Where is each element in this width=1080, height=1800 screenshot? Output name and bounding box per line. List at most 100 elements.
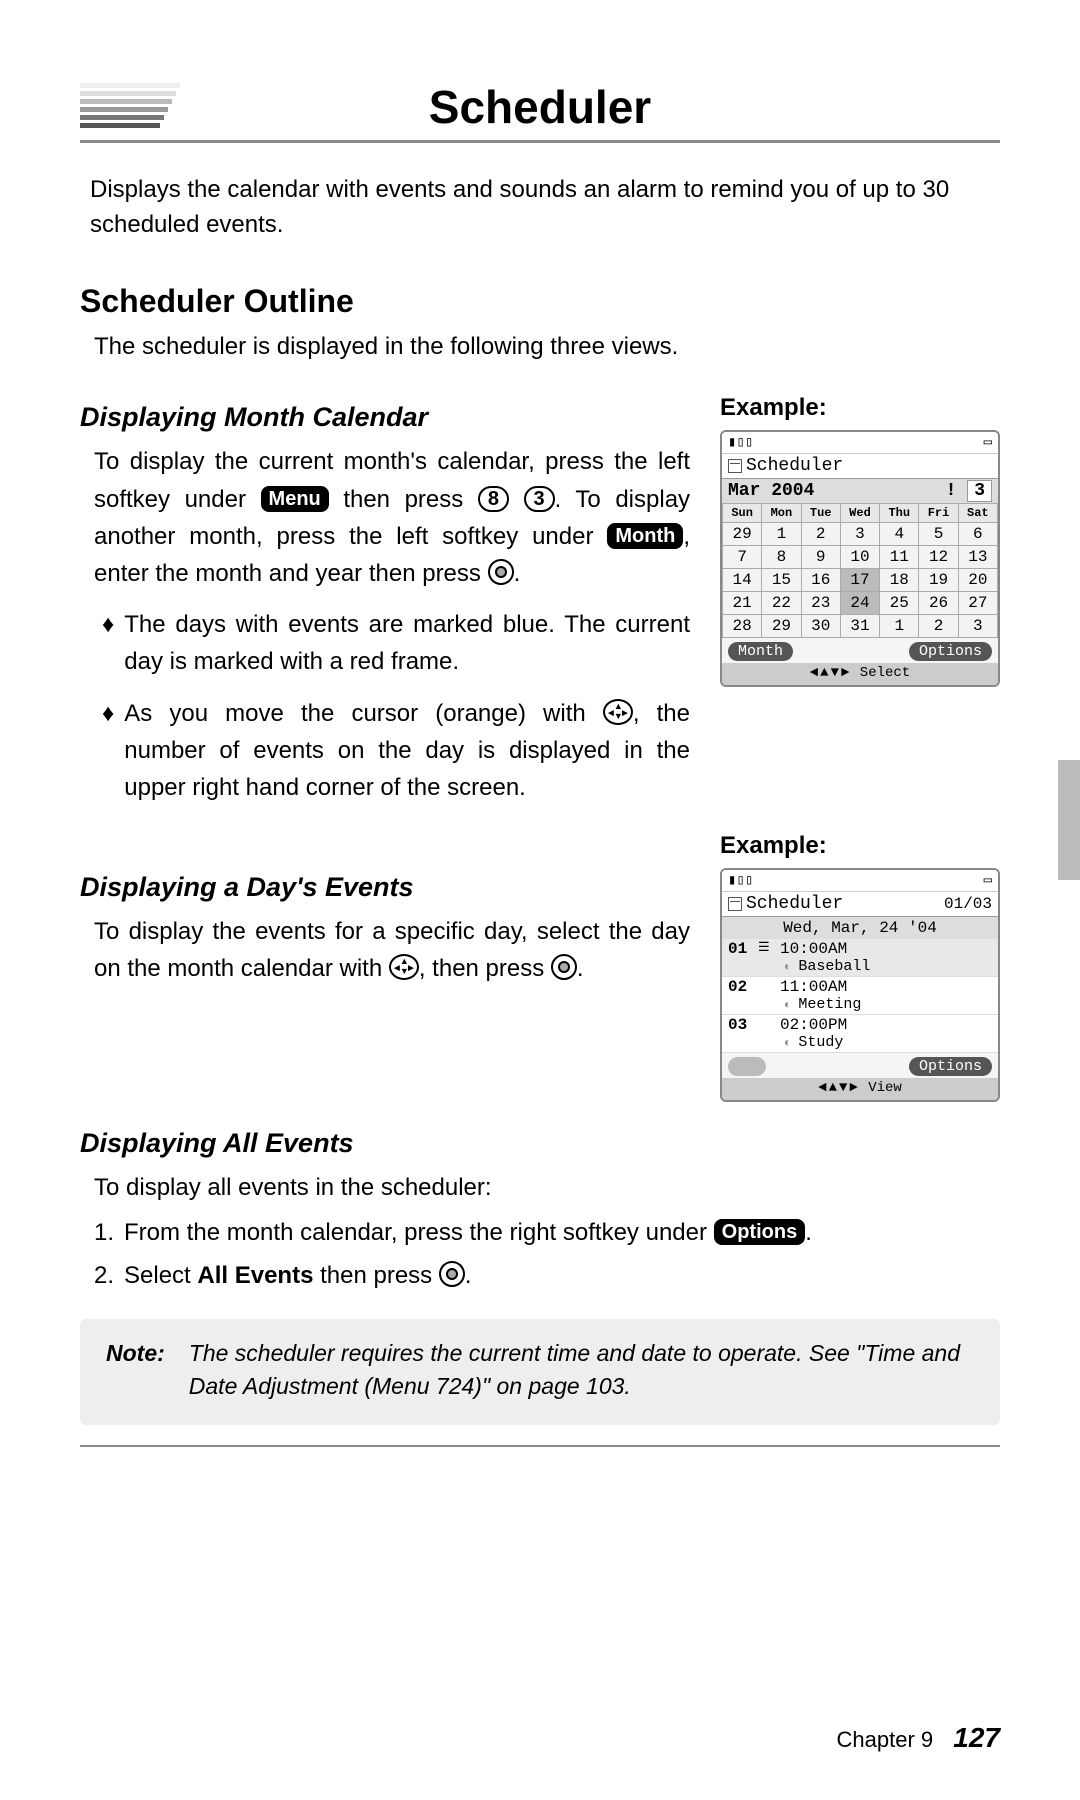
- cal-cell: 31: [840, 615, 879, 638]
- cal-cell: 25: [880, 592, 919, 615]
- text: As you move the cursor (orange) with: [124, 700, 603, 727]
- status-bar: ▮▯▯ ▭: [722, 432, 998, 454]
- cal-cell: 26: [919, 592, 958, 615]
- text: then press: [343, 486, 478, 513]
- cal-cell: 29: [723, 523, 762, 546]
- subheading-month: Displaying Month Calendar: [80, 402, 690, 433]
- event-time: 02:00PM: [780, 1016, 992, 1034]
- hint-bar: ◄▲▼► Select: [722, 663, 998, 685]
- day-date: Wed, Mar, 24 '04: [722, 917, 998, 939]
- status-bar: ▮▯▯ ▭: [722, 870, 998, 892]
- battery-icon: ▭: [984, 872, 992, 889]
- key-3-icon: 3: [524, 486, 555, 512]
- subheading-day: Displaying a Day's Events: [80, 872, 690, 903]
- event-count-badge: 3: [967, 480, 992, 502]
- dow-head: Mon: [762, 504, 801, 523]
- key-8-icon: 8: [478, 486, 509, 512]
- cal-cell: 14: [723, 569, 762, 592]
- text: , then press: [419, 955, 551, 982]
- all-events-label: All Events: [197, 1262, 313, 1289]
- step-text: Select All Events then press .: [124, 1257, 472, 1294]
- event-row: 02 11:00AM Meeting: [722, 977, 998, 1015]
- ok-key-icon: [488, 559, 514, 585]
- cal-cell: 30: [801, 615, 840, 638]
- step-number: 1.: [94, 1214, 114, 1251]
- title-rule: [80, 140, 1000, 143]
- month-bullets: ♦ The days with events are marked blue. …: [102, 606, 690, 806]
- alert-icon: !: [946, 481, 957, 501]
- ok-key-icon: [439, 1261, 465, 1287]
- text: .: [805, 1219, 812, 1246]
- dow-head: Tue: [801, 504, 840, 523]
- bullet-text: As you move the cursor (orange) with ◄►,…: [124, 695, 690, 807]
- text: Select: [124, 1262, 197, 1289]
- dow-head: Fri: [919, 504, 958, 523]
- event-time: 10:00AM: [780, 940, 992, 958]
- options-key-icon: Options: [714, 1219, 806, 1245]
- example-label: Example:: [720, 394, 1000, 422]
- event-position: 01/03: [944, 895, 992, 913]
- event-list: 01 ☰ 10:00AM Baseball 02 11:00AM Meeting…: [722, 939, 998, 1053]
- cal-cell: 23: [801, 592, 840, 615]
- cal-cell-selected: 17: [840, 569, 879, 592]
- cal-cell: 9: [801, 546, 840, 569]
- text: From the month calendar, press the right…: [124, 1219, 714, 1246]
- cal-cell: 28: [723, 615, 762, 638]
- cal-cell: 19: [919, 569, 958, 592]
- recurrence-icon: ☰: [758, 940, 778, 955]
- phone-month-screenshot: ▮▯▯ ▭ Scheduler Mar 2004 ! 3 Sun Mon Tue: [720, 430, 1000, 687]
- diamond-bullet-icon: ♦: [102, 606, 114, 680]
- hint-text: Select: [860, 665, 910, 681]
- thumb-tab: [1058, 760, 1080, 880]
- dow-head: Sun: [723, 504, 762, 523]
- event-subject: Study: [780, 1034, 992, 1051]
- cal-cell: 1: [762, 523, 801, 546]
- section-heading-outline: Scheduler Outline: [80, 283, 1000, 320]
- cal-cell: 24: [840, 592, 879, 615]
- hint-text: View: [868, 1080, 902, 1096]
- cal-cell: 29: [762, 615, 801, 638]
- cal-cell: 13: [958, 546, 997, 569]
- note-text: The scheduler requires the current time …: [189, 1337, 974, 1404]
- signal-icon: ▮▯▯: [728, 434, 753, 451]
- cal-cell: 15: [762, 569, 801, 592]
- battery-icon: ▭: [984, 434, 992, 451]
- bottom-rule: [80, 1445, 1000, 1447]
- section-body-outline: The scheduler is displayed in the follow…: [94, 330, 1000, 365]
- event-index: 02: [728, 978, 756, 996]
- diamond-bullet-icon: ♦: [102, 695, 114, 807]
- note-label: Note:: [106, 1337, 165, 1404]
- text: .: [577, 955, 584, 982]
- menu-key-icon: Menu: [261, 486, 329, 512]
- cal-cell: 6: [958, 523, 997, 546]
- nav-arrows-icon: ◄▲▼►: [818, 1080, 860, 1096]
- cal-cell: 8: [762, 546, 801, 569]
- page-footer: Chapter 9 127: [837, 1722, 1000, 1754]
- example-label: Example:: [720, 832, 1000, 860]
- month-key-icon: Month: [607, 523, 683, 549]
- cal-cell: 11: [880, 546, 919, 569]
- cal-cell: 22: [762, 592, 801, 615]
- cal-cell: 2: [801, 523, 840, 546]
- calendar-icon: [728, 459, 742, 473]
- cal-cell: 4: [880, 523, 919, 546]
- nav-key-icon: ◄►: [389, 954, 419, 980]
- all-steps: 1. From the month calendar, press the ri…: [94, 1214, 1000, 1294]
- cal-cell: 10: [840, 546, 879, 569]
- text: .: [514, 560, 521, 587]
- app-title: Scheduler: [746, 456, 843, 476]
- signal-icon: ▮▯▯: [728, 872, 753, 889]
- step-number: 2.: [94, 1257, 114, 1294]
- month-label: Mar 2004: [728, 481, 814, 501]
- bullet-text: The days with events are marked blue. Th…: [124, 606, 690, 680]
- soft-left-blank: __: [728, 1057, 766, 1076]
- event-subject: Baseball: [780, 958, 992, 975]
- hint-bar: ◄▲▼► View: [722, 1078, 998, 1100]
- nav-arrows-icon: ◄▲▼►: [810, 665, 852, 681]
- text: .: [465, 1262, 472, 1289]
- subheading-all: Displaying All Events: [80, 1128, 1000, 1159]
- dow-head: Sat: [958, 504, 997, 523]
- cal-cell: 3: [840, 523, 879, 546]
- calendar-icon: [728, 897, 742, 911]
- soft-right-label: Options: [909, 642, 992, 661]
